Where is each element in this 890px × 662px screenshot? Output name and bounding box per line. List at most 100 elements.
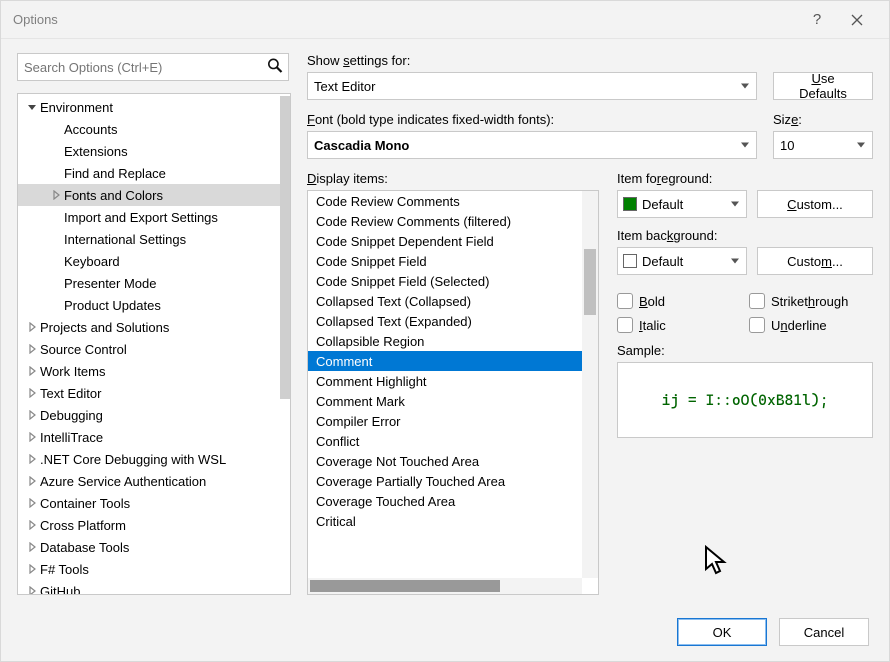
tree-item[interactable]: Accounts: [18, 118, 290, 140]
tree-scrollbar-thumb[interactable]: [280, 96, 290, 399]
tree-scrollbar[interactable]: [280, 96, 290, 592]
close-button[interactable]: [837, 1, 877, 39]
tree-item-label: Work Items: [40, 364, 106, 379]
options-tree[interactable]: Environment Accounts Extensions Find and Re…: [17, 93, 291, 595]
tree-item[interactable]: Projects and Solutions: [18, 316, 290, 338]
show-settings-label: Show settings for:: [307, 53, 410, 68]
help-icon: ?: [813, 11, 821, 28]
tree-item-label: Find and Replace: [64, 166, 166, 181]
list-item[interactable]: Compiler Error: [308, 411, 598, 431]
italic-checkbox[interactable]: Italic: [617, 317, 741, 333]
list-item[interactable]: Code Snippet Field: [308, 251, 598, 271]
tree-item-label: Database Tools: [40, 540, 129, 555]
tree-item[interactable]: Keyboard: [18, 250, 290, 272]
bold-checkbox[interactable]: Bold: [617, 293, 741, 309]
listbox-vscroll-thumb[interactable]: [584, 249, 596, 315]
tree-item[interactable]: Work Items: [18, 360, 290, 382]
list-item[interactable]: Comment Highlight: [308, 371, 598, 391]
bg-custom-button[interactable]: Custom...: [757, 247, 873, 275]
help-button[interactable]: ?: [797, 1, 837, 39]
list-item[interactable]: Code Review Comments (filtered): [308, 211, 598, 231]
search-wrap: [17, 53, 289, 81]
list-item[interactable]: Coverage Touched Area: [308, 491, 598, 511]
tree-item[interactable]: Debugging: [18, 404, 290, 426]
list-item[interactable]: Collapsible Region: [308, 331, 598, 351]
tree-item-label: Azure Service Authentication: [40, 474, 206, 489]
tree-item[interactable]: Extensions: [18, 140, 290, 162]
tree-item-label: Source Control: [40, 342, 127, 357]
list-item[interactable]: Code Snippet Field (Selected): [308, 271, 598, 291]
size-label: Size:: [773, 112, 802, 127]
tree-item-label: Environment: [40, 100, 113, 115]
tree-item[interactable]: .NET Core Debugging with WSL: [18, 448, 290, 470]
tree-item[interactable]: Database Tools: [18, 536, 290, 558]
display-items-listbox[interactable]: Code Review CommentsCode Review Comments…: [307, 190, 599, 595]
listbox-hscroll-thumb[interactable]: [310, 580, 500, 592]
sample-preview: ij = I::oO(0xB81l);: [617, 362, 873, 438]
tree-item[interactable]: Azure Service Authentication: [18, 470, 290, 492]
tree-item-label: Projects and Solutions: [40, 320, 169, 335]
tree-item[interactable]: Source Control: [18, 338, 290, 360]
tree-item[interactable]: Import and Export Settings: [18, 206, 290, 228]
tree-item[interactable]: Presenter Mode: [18, 272, 290, 294]
size-select[interactable]: 10: [773, 131, 873, 159]
underline-checkbox[interactable]: Underline: [749, 317, 873, 333]
chevron-right-icon: [24, 322, 40, 332]
tree-item-label: Extensions: [64, 144, 128, 159]
titlebar: Options ?: [1, 1, 889, 39]
chevron-right-icon: [24, 366, 40, 376]
font-label: Font (bold type indicates fixed-width fo…: [307, 112, 554, 127]
tree-item[interactable]: Find and Replace: [18, 162, 290, 184]
list-item[interactable]: Coverage Partially Touched Area: [308, 471, 598, 491]
list-item[interactable]: Critical: [308, 511, 598, 531]
tree-item[interactable]: Fonts and Colors: [18, 184, 290, 206]
tree-item-label: F# Tools: [40, 562, 89, 577]
listbox-vscrollbar[interactable]: [582, 191, 598, 578]
tree-item[interactable]: International Settings: [18, 228, 290, 250]
tree-item-label: GitHub: [40, 584, 80, 595]
show-settings-select[interactable]: Text Editor: [307, 72, 757, 100]
list-item[interactable]: Coverage Not Touched Area: [308, 451, 598, 471]
chevron-right-icon: [24, 520, 40, 530]
chevron-right-icon: [24, 542, 40, 552]
tree-item-label: .NET Core Debugging with WSL: [40, 452, 226, 467]
close-icon: [851, 14, 863, 26]
tree-item[interactable]: GitHub: [18, 580, 290, 594]
ok-button[interactable]: OK: [677, 618, 767, 646]
list-item[interactable]: Collapsed Text (Expanded): [308, 311, 598, 331]
search-input[interactable]: [17, 53, 289, 81]
tree-item[interactable]: F# Tools: [18, 558, 290, 580]
tree-item-label: Product Updates: [64, 298, 161, 313]
chevron-right-icon: [24, 586, 40, 594]
chevron-right-icon: [48, 190, 64, 200]
chevron-right-icon: [24, 410, 40, 420]
list-item[interactable]: Comment: [308, 351, 598, 371]
tree-item-label: Container Tools: [40, 496, 130, 511]
listbox-hscrollbar[interactable]: [308, 578, 582, 594]
tree-item[interactable]: Environment: [18, 96, 290, 118]
list-item[interactable]: Code Snippet Dependent Field: [308, 231, 598, 251]
chevron-right-icon: [24, 432, 40, 442]
fg-color-swatch: [623, 197, 637, 211]
font-select[interactable]: Cascadia Mono: [307, 131, 757, 159]
tree-item[interactable]: Product Updates: [18, 294, 290, 316]
chevron-right-icon: [24, 476, 40, 486]
bg-color-swatch: [623, 254, 637, 268]
list-item[interactable]: Code Review Comments: [308, 191, 598, 211]
list-item[interactable]: Collapsed Text (Collapsed): [308, 291, 598, 311]
tree-item-label: Fonts and Colors: [64, 188, 163, 203]
tree-item[interactable]: IntelliTrace: [18, 426, 290, 448]
tree-item[interactable]: Container Tools: [18, 492, 290, 514]
list-item[interactable]: Conflict: [308, 431, 598, 451]
strikethrough-checkbox[interactable]: Strikethrough: [749, 293, 873, 309]
search-icon[interactable]: [267, 58, 283, 77]
display-items-label: Display items:: [307, 171, 388, 186]
list-item[interactable]: Comment Mark: [308, 391, 598, 411]
cancel-button[interactable]: Cancel: [779, 618, 869, 646]
fg-custom-button[interactable]: Custom...: [757, 190, 873, 218]
tree-item[interactable]: Cross Platform: [18, 514, 290, 536]
use-defaults-button[interactable]: Use Defaults: [773, 72, 873, 100]
tree-item[interactable]: Text Editor: [18, 382, 290, 404]
tree-item-label: IntelliTrace: [40, 430, 103, 445]
chevron-down-icon: [24, 102, 40, 112]
